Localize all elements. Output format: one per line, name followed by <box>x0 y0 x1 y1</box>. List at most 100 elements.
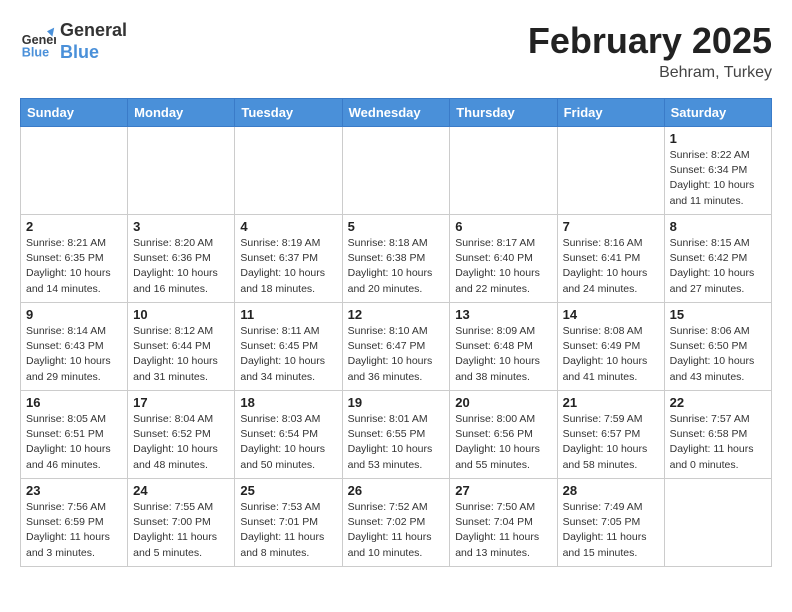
calendar-cell: 8 Sunrise: 8:15 AMSunset: 6:42 PMDaylight… <box>664 215 771 303</box>
day-number: 7 <box>563 219 659 234</box>
day-number: 14 <box>563 307 659 322</box>
week-row-1: 1 Sunrise: 8:22 AMSunset: 6:34 PMDaylight… <box>21 127 772 215</box>
day-number: 16 <box>26 395 122 410</box>
day-number: 15 <box>670 307 766 322</box>
day-info: Sunrise: 8:06 AMSunset: 6:50 PMDaylight:… <box>670 324 766 385</box>
week-row-5: 23 Sunrise: 7:56 AMSunset: 6:59 PMDayligh… <box>21 479 772 567</box>
calendar-cell: 2 Sunrise: 8:21 AMSunset: 6:35 PMDaylight… <box>21 215 128 303</box>
calendar-cell <box>235 127 342 215</box>
calendar-cell: 15 Sunrise: 8:06 AMSunset: 6:50 PMDayligh… <box>664 303 771 391</box>
day-info: Sunrise: 8:16 AMSunset: 6:41 PMDaylight:… <box>563 236 659 297</box>
calendar-cell: 19 Sunrise: 8:01 AMSunset: 6:55 PMDayligh… <box>342 391 450 479</box>
week-row-4: 16 Sunrise: 8:05 AMSunset: 6:51 PMDayligh… <box>21 391 772 479</box>
day-info: Sunrise: 8:18 AMSunset: 6:38 PMDaylight:… <box>348 236 445 297</box>
calendar-cell: 22 Sunrise: 7:57 AMSunset: 6:58 PMDayligh… <box>664 391 771 479</box>
day-number: 10 <box>133 307 229 322</box>
day-number: 6 <box>455 219 551 234</box>
day-info: Sunrise: 8:21 AMSunset: 6:35 PMDaylight:… <box>26 236 122 297</box>
calendar-cell <box>450 127 557 215</box>
day-number: 5 <box>348 219 445 234</box>
day-info: Sunrise: 7:53 AMSunset: 7:01 PMDaylight:… <box>240 500 336 561</box>
day-number: 23 <box>26 483 122 498</box>
day-number: 1 <box>670 131 766 146</box>
day-info: Sunrise: 8:04 AMSunset: 6:52 PMDaylight:… <box>133 412 229 473</box>
day-number: 20 <box>455 395 551 410</box>
calendar-cell <box>664 479 771 567</box>
calendar-header-wednesday: Wednesday <box>342 99 450 127</box>
calendar-cell <box>21 127 128 215</box>
day-number: 2 <box>26 219 122 234</box>
day-number: 17 <box>133 395 229 410</box>
day-info: Sunrise: 8:17 AMSunset: 6:40 PMDaylight:… <box>455 236 551 297</box>
calendar-cell <box>557 127 664 215</box>
calendar-cell: 26 Sunrise: 7:52 AMSunset: 7:02 PMDayligh… <box>342 479 450 567</box>
day-info: Sunrise: 8:15 AMSunset: 6:42 PMDaylight:… <box>670 236 766 297</box>
calendar-cell: 24 Sunrise: 7:55 AMSunset: 7:00 PMDayligh… <box>128 479 235 567</box>
day-info: Sunrise: 8:14 AMSunset: 6:43 PMDaylight:… <box>26 324 122 385</box>
day-info: Sunrise: 7:59 AMSunset: 6:57 PMDaylight:… <box>563 412 659 473</box>
calendar-cell: 7 Sunrise: 8:16 AMSunset: 6:41 PMDaylight… <box>557 215 664 303</box>
day-number: 25 <box>240 483 336 498</box>
calendar-header-tuesday: Tuesday <box>235 99 342 127</box>
day-info: Sunrise: 8:12 AMSunset: 6:44 PMDaylight:… <box>133 324 229 385</box>
calendar-header-thursday: Thursday <box>450 99 557 127</box>
day-number: 8 <box>670 219 766 234</box>
calendar-cell: 25 Sunrise: 7:53 AMSunset: 7:01 PMDayligh… <box>235 479 342 567</box>
calendar-cell: 11Sunrise: 8:11 AMSunset: 6:45 PMDayligh… <box>235 303 342 391</box>
calendar-header-row: SundayMondayTuesdayWednesdayThursdayFrid… <box>21 99 772 127</box>
day-info: Sunrise: 8:08 AMSunset: 6:49 PMDaylight:… <box>563 324 659 385</box>
calendar-cell: 17 Sunrise: 8:04 AMSunset: 6:52 PMDayligh… <box>128 391 235 479</box>
calendar-cell: 18Sunrise: 8:03 AMSunset: 6:54 PMDayligh… <box>235 391 342 479</box>
day-info: Sunrise: 8:00 AMSunset: 6:56 PMDaylight:… <box>455 412 551 473</box>
day-number: 24 <box>133 483 229 498</box>
location: Behram, Turkey <box>528 64 772 82</box>
calendar-cell: 10 Sunrise: 8:12 AMSunset: 6:44 PMDayligh… <box>128 303 235 391</box>
day-number: 18 <box>240 395 336 410</box>
calendar-header-saturday: Saturday <box>664 99 771 127</box>
day-number: 28 <box>563 483 659 498</box>
day-info: Sunrise: 8:20 AMSunset: 6:36 PMDaylight:… <box>133 236 229 297</box>
day-info: Sunrise: 8:05 AMSunset: 6:51 PMDaylight:… <box>26 412 122 473</box>
day-info: Sunrise: 8:10 AMSunset: 6:47 PMDaylight:… <box>348 324 445 385</box>
calendar-cell: 1 Sunrise: 8:22 AMSunset: 6:34 PMDaylight… <box>664 127 771 215</box>
calendar-header-monday: Monday <box>128 99 235 127</box>
calendar-cell: 27Sunrise: 7:50 AMSunset: 7:04 PMDayligh… <box>450 479 557 567</box>
day-number: 4 <box>240 219 336 234</box>
svg-text:Blue: Blue <box>22 45 49 59</box>
day-info: Sunrise: 7:55 AMSunset: 7:00 PMDaylight:… <box>133 500 229 561</box>
day-number: 22 <box>670 395 766 410</box>
day-info: Sunrise: 8:01 AMSunset: 6:55 PMDaylight:… <box>348 412 445 473</box>
calendar-cell: 12Sunrise: 8:10 AMSunset: 6:47 PMDayligh… <box>342 303 450 391</box>
day-number: 26 <box>348 483 445 498</box>
calendar-cell: 4 Sunrise: 8:19 AMSunset: 6:37 PMDaylight… <box>235 215 342 303</box>
calendar-cell: 5 Sunrise: 8:18 AMSunset: 6:38 PMDaylight… <box>342 215 450 303</box>
day-info: Sunrise: 8:09 AMSunset: 6:48 PMDaylight:… <box>455 324 551 385</box>
day-info: Sunrise: 7:57 AMSunset: 6:58 PMDaylight:… <box>670 412 766 473</box>
calendar-header-sunday: Sunday <box>21 99 128 127</box>
week-row-3: 9Sunrise: 8:14 AMSunset: 6:43 PMDaylight… <box>21 303 772 391</box>
calendar-table: SundayMondayTuesdayWednesdayThursdayFrid… <box>20 98 772 567</box>
day-info: Sunrise: 7:56 AMSunset: 6:59 PMDaylight:… <box>26 500 122 561</box>
day-number: 27 <box>455 483 551 498</box>
day-info: Sunrise: 8:19 AMSunset: 6:37 PMDaylight:… <box>240 236 336 297</box>
day-number: 19 <box>348 395 445 410</box>
calendar-cell: 23 Sunrise: 7:56 AMSunset: 6:59 PMDayligh… <box>21 479 128 567</box>
calendar-cell: 13Sunrise: 8:09 AMSunset: 6:48 PMDayligh… <box>450 303 557 391</box>
day-info: Sunrise: 8:11 AMSunset: 6:45 PMDaylight:… <box>240 324 336 385</box>
calendar-cell: 3 Sunrise: 8:20 AMSunset: 6:36 PMDaylight… <box>128 215 235 303</box>
calendar-cell: 9Sunrise: 8:14 AMSunset: 6:43 PMDaylight… <box>21 303 128 391</box>
calendar-cell: 16 Sunrise: 8:05 AMSunset: 6:51 PMDayligh… <box>21 391 128 479</box>
day-number: 21 <box>563 395 659 410</box>
page-header: General Blue General Blue February 2025 … <box>20 20 772 82</box>
calendar-cell: 6 Sunrise: 8:17 AMSunset: 6:40 PMDaylight… <box>450 215 557 303</box>
day-info: Sunrise: 7:52 AMSunset: 7:02 PMDaylight:… <box>348 500 445 561</box>
week-row-2: 2 Sunrise: 8:21 AMSunset: 6:35 PMDaylight… <box>21 215 772 303</box>
month-year: February 2025 <box>528 20 772 62</box>
title-block: February 2025 Behram, Turkey <box>528 20 772 82</box>
logo: General Blue General Blue <box>20 20 127 63</box>
calendar-cell: 21 Sunrise: 7:59 AMSunset: 6:57 PMDayligh… <box>557 391 664 479</box>
day-info: Sunrise: 7:49 AMSunset: 7:05 PMDaylight:… <box>563 500 659 561</box>
calendar-header-friday: Friday <box>557 99 664 127</box>
day-number: 3 <box>133 219 229 234</box>
day-info: Sunrise: 8:22 AMSunset: 6:34 PMDaylight:… <box>670 148 766 209</box>
